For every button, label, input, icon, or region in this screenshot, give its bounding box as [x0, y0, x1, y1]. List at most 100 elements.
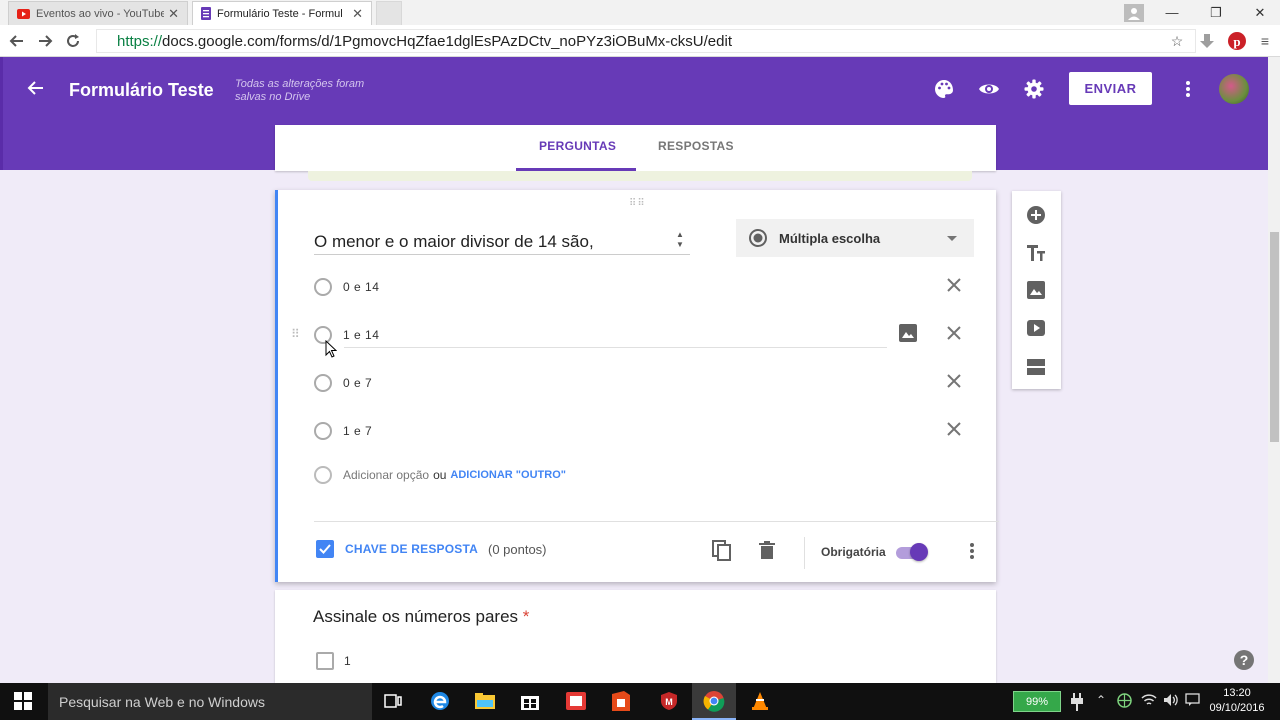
- forward-icon[interactable]: [36, 32, 54, 50]
- image-icon[interactable]: [899, 324, 917, 342]
- scroll-stepper-icon[interactable]: ▲ ▼: [676, 230, 684, 250]
- help-icon[interactable]: ?: [1234, 650, 1254, 670]
- url-field[interactable]: https://docs.google.com/forms/d/1PgmovcH…: [96, 29, 1196, 53]
- add-other-link[interactable]: ADICIONAR "OUTRO": [450, 469, 566, 481]
- form-title[interactable]: Formulário Teste: [69, 80, 214, 101]
- required-toggle[interactable]: [894, 543, 930, 561]
- remove-option-icon[interactable]: [946, 373, 962, 389]
- add-option-link[interactable]: Adicionar opção: [343, 468, 429, 482]
- section-icon[interactable]: [1026, 357, 1046, 377]
- tab-forms[interactable]: Formulário Teste - Formul ✕: [192, 1, 372, 25]
- back-arrow-icon[interactable]: [27, 79, 45, 97]
- tray-chevron-icon[interactable]: ⌃: [1096, 693, 1106, 707]
- answer-key-button[interactable]: CHAVE DE RESPOSTA (0 pontos): [316, 540, 547, 558]
- settings-gear-icon[interactable]: [1022, 77, 1046, 101]
- volume-icon[interactable]: [1163, 693, 1179, 707]
- power-plug-icon[interactable]: [1070, 693, 1084, 711]
- globe-tray-icon[interactable]: [1117, 693, 1132, 708]
- question-title[interactable]: O menor e o maior divisor de 14 são,: [314, 232, 594, 252]
- send-button[interactable]: ENVIAR: [1069, 72, 1152, 105]
- close-window-button[interactable]: ✕: [1240, 0, 1280, 25]
- radio-button[interactable]: [314, 374, 332, 392]
- notifications-icon[interactable]: [1185, 693, 1200, 707]
- windows-taskbar: Pesquisar na Web e no Windows M 99% ⌃ 13…: [0, 683, 1280, 720]
- answer-key-label: CHAVE DE RESPOSTA: [345, 542, 478, 556]
- question-2-title[interactable]: Assinale os números pares *: [313, 607, 529, 627]
- chrome-menu-icon[interactable]: ≡: [1256, 32, 1274, 50]
- option-drag-handle-icon[interactable]: ⠿: [291, 327, 300, 341]
- tab-responses[interactable]: RESPOSTAS: [658, 139, 734, 153]
- preview-eye-icon[interactable]: [977, 77, 1001, 101]
- minimize-button[interactable]: —: [1152, 0, 1192, 25]
- option-text[interactable]: 0 e 14: [343, 280, 379, 294]
- question-card[interactable]: ⠿⠿ O menor e o maior divisor de 14 são, …: [275, 190, 999, 582]
- wifi-icon[interactable]: [1141, 693, 1157, 707]
- media-app-icon[interactable]: [563, 688, 589, 714]
- radio-checked-icon: [749, 229, 767, 247]
- option-underline: [344, 347, 887, 348]
- store-icon[interactable]: [517, 688, 543, 714]
- remove-option-icon[interactable]: [946, 325, 962, 341]
- question-card-2[interactable]: Assinale os números pares * 1: [275, 590, 996, 683]
- option-row[interactable]: 1 e 7: [314, 419, 372, 443]
- checkbox-option-text[interactable]: 1: [344, 654, 351, 668]
- taskbar-search-box[interactable]: Pesquisar na Web e no Windows: [48, 683, 372, 720]
- duplicate-icon[interactable]: [712, 540, 732, 562]
- form-tabs-card: PERGUNTAS RESPOSTAS: [275, 125, 996, 171]
- close-tab-icon[interactable]: ✕: [168, 6, 179, 22]
- reload-icon[interactable]: [64, 32, 82, 50]
- system-clock[interactable]: 13:20 09/10/2016: [1206, 686, 1268, 716]
- clock-time: 13:20: [1223, 687, 1251, 699]
- option-text[interactable]: 0 e 7: [343, 376, 372, 390]
- option-text[interactable]: 1 e 7: [343, 424, 372, 438]
- remove-option-icon[interactable]: [946, 421, 962, 437]
- radio-button-placeholder: [314, 466, 332, 484]
- back-icon[interactable]: [8, 32, 26, 50]
- drag-handle-icon[interactable]: ⠿⠿: [629, 198, 646, 209]
- tab-youtube[interactable]: Eventos ao vivo - YouTube ✕: [8, 1, 188, 25]
- radio-button[interactable]: [314, 422, 332, 440]
- restore-button[interactable]: ❐: [1196, 0, 1236, 25]
- task-view-icon[interactable]: [380, 688, 406, 714]
- mcafee-icon[interactable]: M: [656, 688, 682, 714]
- option-row[interactable]: 0 e 14: [314, 275, 379, 299]
- or-text: ou: [433, 468, 447, 482]
- option-row[interactable]: 0 e 7: [314, 371, 372, 395]
- forms-icon: [201, 7, 211, 20]
- question-more-icon[interactable]: [970, 543, 974, 559]
- new-tab-button[interactable]: [376, 1, 402, 25]
- profile-icon[interactable]: [1114, 0, 1154, 25]
- video-icon[interactable]: [1026, 318, 1046, 338]
- option-text[interactable]: 1 e 14: [343, 328, 379, 342]
- office-app-icon[interactable]: [608, 688, 634, 714]
- tab-title: Eventos ao vivo - YouTube: [36, 7, 165, 20]
- address-bar-row: https://docs.google.com/forms/d/1PgmovcH…: [0, 25, 1280, 57]
- dropdown-arrow-icon: [947, 235, 957, 241]
- scrollbar-thumb[interactable]: [1270, 232, 1279, 442]
- close-tab-icon[interactable]: ✕: [352, 6, 363, 22]
- edge-browser-icon[interactable]: [427, 688, 453, 714]
- palette-icon[interactable]: [932, 77, 956, 101]
- pinterest-icon[interactable]: p: [1228, 32, 1246, 50]
- windows-start-icon[interactable]: [14, 692, 32, 710]
- title-icon[interactable]: [1026, 243, 1046, 263]
- battery-indicator[interactable]: 99%: [1013, 691, 1061, 712]
- bookmark-star-icon[interactable]: ☆: [1168, 32, 1186, 50]
- remove-option-icon[interactable]: [946, 277, 962, 293]
- checkbox[interactable]: [316, 652, 334, 670]
- image-icon[interactable]: [1026, 280, 1046, 300]
- tab-questions[interactable]: PERGUNTAS: [539, 139, 616, 153]
- radio-button[interactable]: [314, 278, 332, 296]
- chrome-icon[interactable]: [701, 688, 727, 714]
- add-question-icon[interactable]: [1026, 205, 1046, 225]
- file-explorer-icon[interactable]: [472, 688, 498, 714]
- url-text: docs.google.com/forms/d/1PgmovcHqZfae1dg…: [162, 32, 732, 50]
- tab-title: Formulário Teste - Formul: [217, 7, 343, 20]
- more-vert-icon[interactable]: [1176, 77, 1200, 101]
- download-icon[interactable]: [1198, 32, 1216, 50]
- avatar[interactable]: [1219, 74, 1249, 104]
- option-row[interactable]: 1 e 14: [314, 323, 379, 347]
- vlc-player-icon[interactable]: [747, 688, 773, 714]
- delete-trash-icon[interactable]: [759, 541, 775, 559]
- question-type-select[interactable]: Múltipla escolha: [736, 219, 974, 257]
